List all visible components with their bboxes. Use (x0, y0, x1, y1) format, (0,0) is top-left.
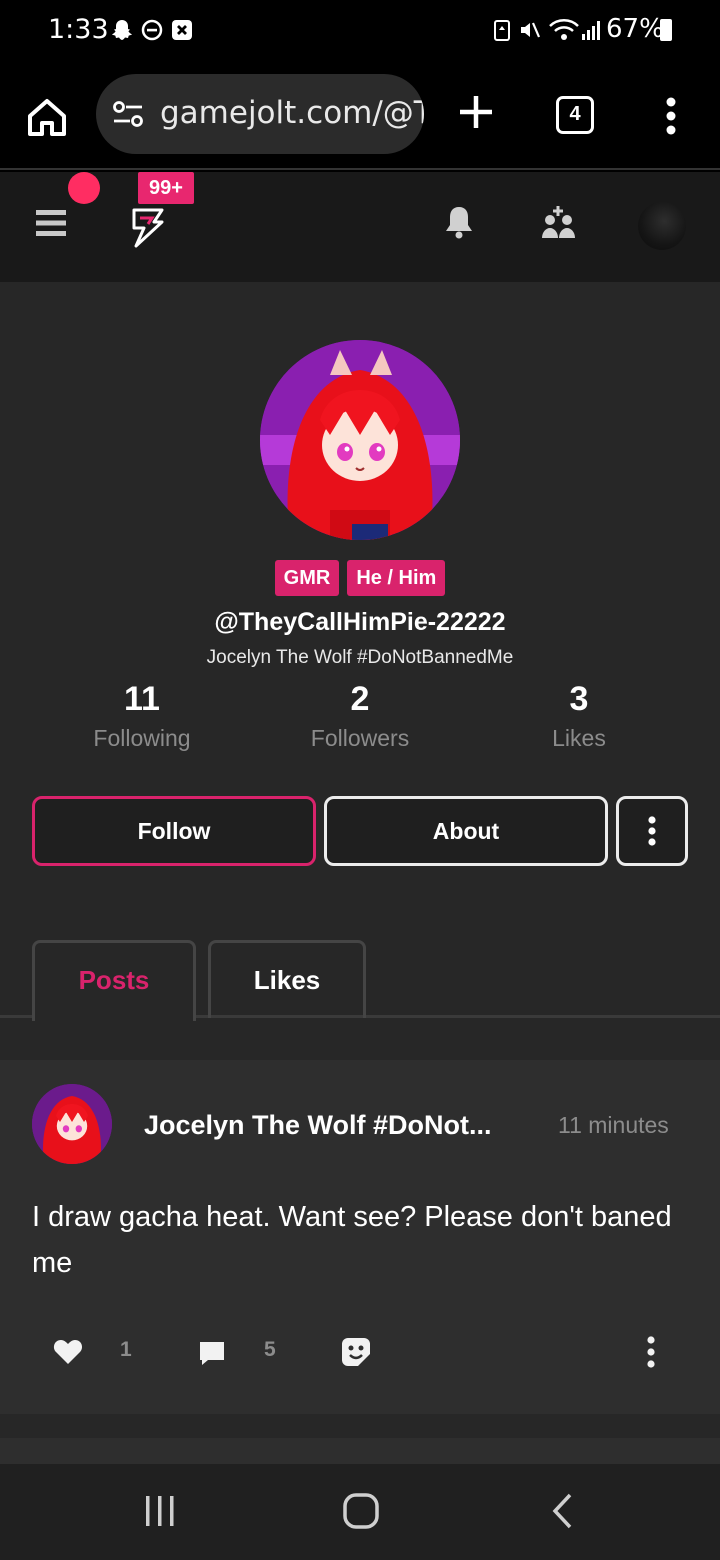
site-settings-icon[interactable] (112, 100, 144, 128)
site-header: 99+ (0, 172, 720, 282)
hamburger-menu-icon[interactable] (36, 208, 66, 238)
post-card[interactable]: Jocelyn The Wolf #DoNot... 11 minutes I … (0, 1060, 720, 1414)
profile-page: GMR He / Him @TheyCallHimPie-22222 Jocel… (0, 282, 720, 1478)
browser-toolbar: gamejolt.com/@TheyCallHimPie-22222 4 (0, 62, 720, 170)
post-body: I draw gacha heat. Want see? Please don'… (32, 1201, 672, 1279)
profile-tags: GMR He / Him (0, 560, 720, 596)
sticker-icon[interactable] (340, 1336, 372, 1368)
home-icon[interactable] (24, 94, 70, 140)
profile-more-button[interactable] (616, 796, 688, 866)
stat-following-label: Following (93, 725, 191, 751)
stat-likes[interactable]: 3 Likes (479, 680, 679, 752)
status-bar: 1:33 67% (0, 0, 720, 62)
stat-likes-value: 3 (569, 680, 589, 718)
profile-username: @TheyCallHimPie-22222 (214, 608, 506, 636)
tag-gmr: GMR (274, 560, 340, 596)
tab-likes[interactable]: Likes (208, 940, 366, 1018)
signal-icon (582, 21, 600, 40)
post-avatar-illustration (32, 1084, 112, 1164)
user-avatar[interactable] (638, 202, 686, 250)
notification-x-icon (172, 20, 192, 40)
about-button[interactable]: About (324, 796, 608, 866)
stat-followers-value: 2 (350, 680, 370, 718)
snapchat-icon (112, 20, 132, 40)
new-tab-icon[interactable] (456, 92, 496, 132)
stat-following[interactable]: 11 Following (42, 680, 242, 752)
post-timestamp[interactable]: 11 minutes (558, 1112, 669, 1139)
profile-display-name: Jocelyn The Wolf #DoNotBannedMe (206, 647, 514, 668)
profile-tabs: Posts Likes (0, 940, 720, 1021)
battery-icon (660, 19, 672, 41)
stat-likes-label: Likes (552, 725, 606, 751)
battery-saver-icon (494, 20, 510, 41)
recent-apps-icon[interactable] (144, 1494, 176, 1528)
tab-switcher-button[interactable]: 4 (556, 96, 594, 134)
bell-icon[interactable] (444, 204, 474, 240)
friends-icon[interactable] (540, 204, 578, 242)
mute-icon (521, 22, 541, 38)
comment-count[interactable]: 5 (264, 1338, 276, 1362)
system-navigation-bar (0, 1464, 720, 1560)
stat-followers-label: Followers (310, 725, 410, 751)
url-text: gamejolt.com/@TheyCallHimPie-22222 (160, 95, 424, 131)
comment-icon[interactable] (196, 1336, 228, 1368)
like-count[interactable]: 1 (120, 1338, 132, 1362)
heart-icon[interactable] (52, 1336, 84, 1368)
notification-badge: 99+ (138, 172, 194, 204)
stat-followers[interactable]: 2 Followers (260, 680, 460, 752)
post-author-avatar[interactable] (32, 1084, 112, 1164)
wifi-icon (549, 19, 579, 40)
address-bar[interactable]: gamejolt.com/@TheyCallHimPie-22222 (96, 74, 424, 154)
follow-button[interactable]: Follow (32, 796, 316, 866)
home-nav-icon[interactable] (342, 1492, 380, 1530)
battery-percent: 67% (606, 14, 664, 44)
unread-dot (68, 172, 100, 204)
tab-posts[interactable]: Posts (32, 940, 196, 1021)
post-actions: 1 5 (0, 1330, 720, 1374)
browser-menu-icon[interactable] (664, 96, 678, 136)
dnd-icon (141, 19, 163, 41)
status-time: 1:33 (48, 14, 109, 45)
post-author-name[interactable]: Jocelyn The Wolf #DoNot... (144, 1110, 492, 1141)
tag-pronouns: He / Him (347, 560, 446, 596)
profile-avatar[interactable] (260, 340, 460, 540)
avatar-illustration (260, 340, 460, 540)
stat-following-value: 11 (124, 680, 160, 718)
post-more-icon[interactable] (644, 1336, 658, 1368)
more-vertical-icon (648, 816, 656, 846)
back-nav-icon[interactable] (550, 1492, 576, 1530)
gamejolt-logo-icon[interactable] (126, 206, 166, 248)
